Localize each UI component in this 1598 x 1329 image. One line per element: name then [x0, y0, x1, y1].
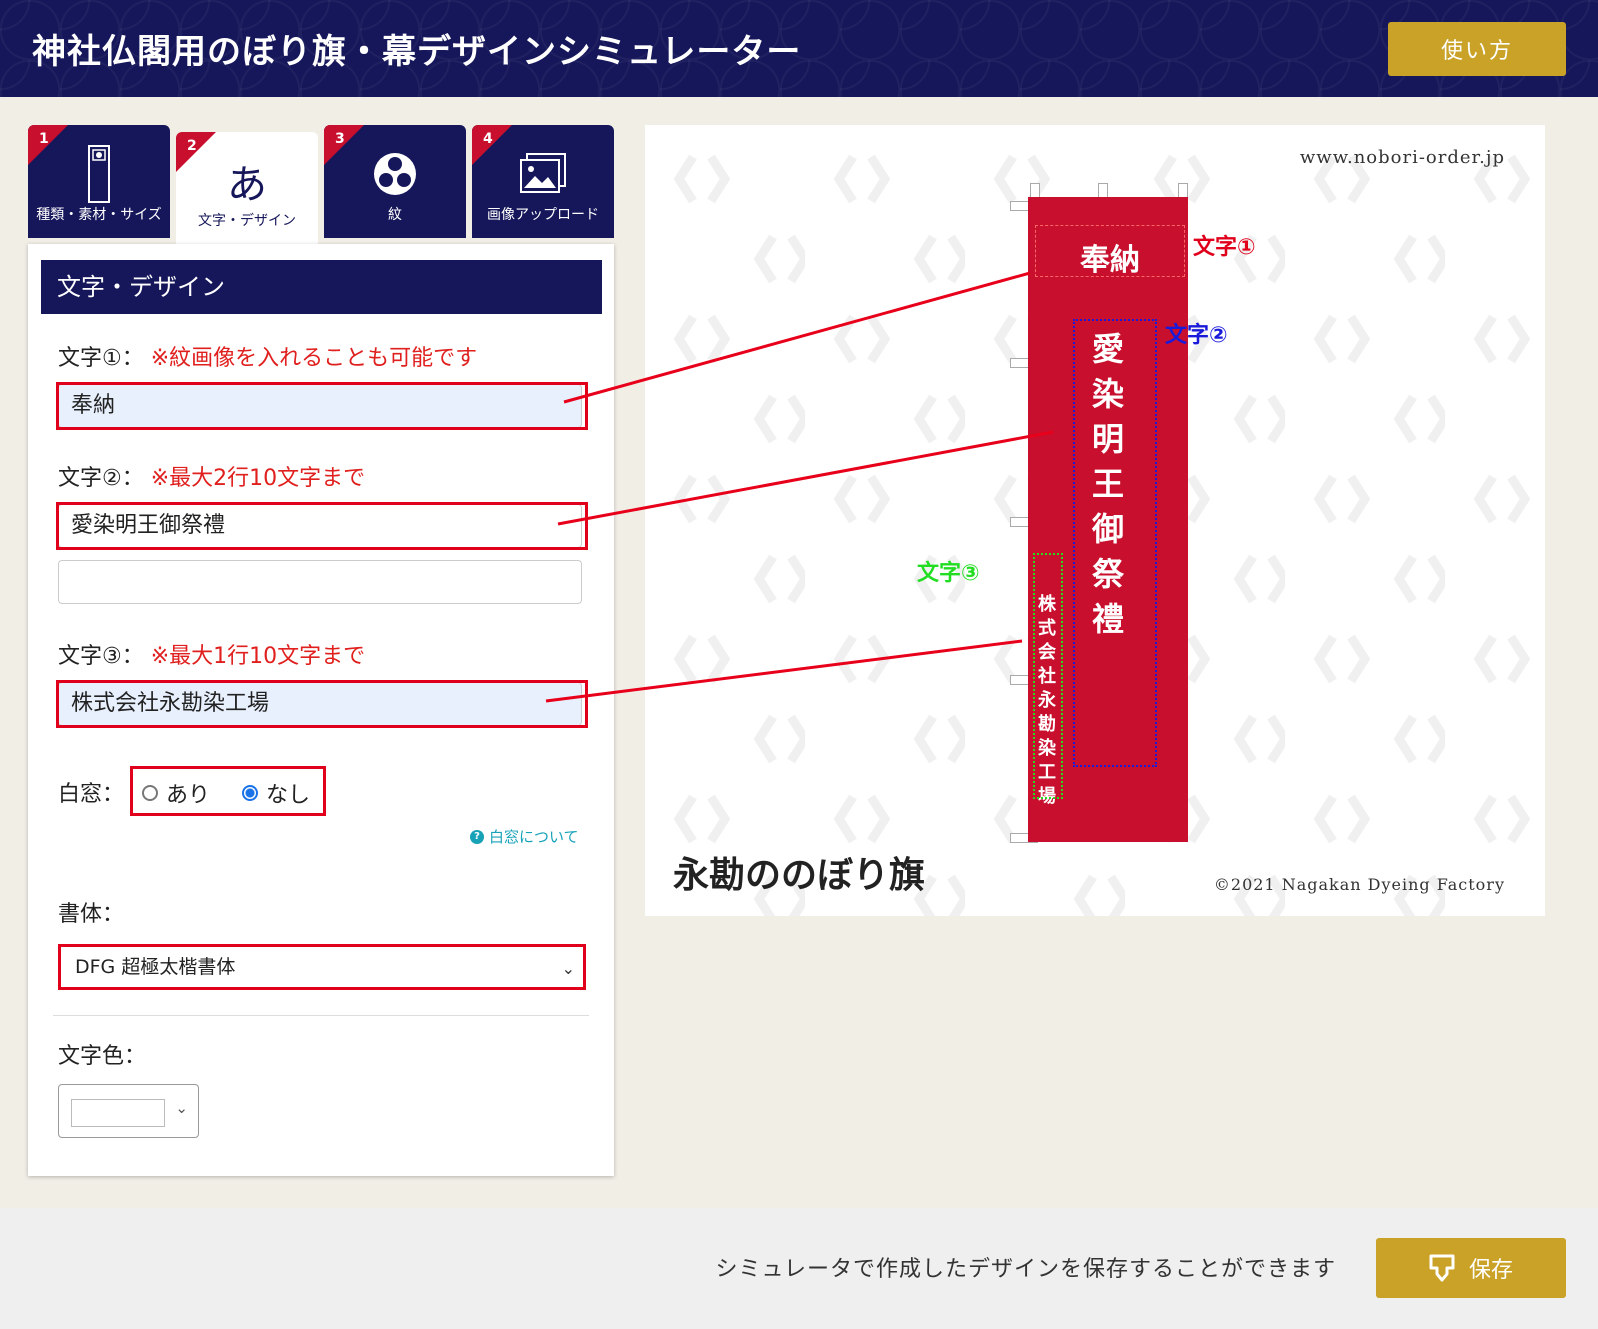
text2-label: 文字②： ※最大2行10文字まで: [58, 466, 366, 491]
tab-label: 画像アップロード: [487, 207, 599, 223]
footer-bar: シミュレータで作成したデザインを保存することができます 保存: [0, 1208, 1598, 1329]
tab-label: 文字・デザイン: [198, 213, 296, 229]
text2-highlight: [56, 502, 588, 550]
howto-button[interactable]: 使い方: [1388, 22, 1566, 76]
tab-text-design[interactable]: 2 あ 文字・デザイン: [176, 132, 318, 244]
save-hint: シミュレータで作成したデザインを保存することができます: [715, 1257, 1336, 1282]
chevron-down-icon: ⌄: [175, 1099, 188, 1117]
tab-label: 種類・素材・サイズ: [36, 207, 162, 223]
text1-label: 文字①： ※紋画像を入れることも可能です: [58, 346, 478, 371]
text2-note: ※最大2行10文字まで: [150, 466, 366, 491]
app-header: 神社仏閣用のぼり旗・幕デザインシミュレーター 使い方: [0, 0, 1598, 97]
window-yes-radio[interactable]: [142, 785, 158, 801]
tab-image-upload[interactable]: 4 画像アップロード: [472, 125, 614, 238]
divider: [53, 1015, 589, 1016]
text1-highlight: [56, 382, 588, 430]
tab-crest[interactable]: 3 紋: [324, 125, 466, 238]
text3-highlight: [56, 680, 588, 728]
text2-input-line2[interactable]: [58, 560, 582, 604]
download-icon: [1429, 1254, 1455, 1282]
window-radio-group: あり なし: [134, 770, 310, 816]
window-no-label[interactable]: なし: [266, 777, 310, 809]
callout-text1: 文字①: [1193, 235, 1256, 260]
color-label: 文字色：: [58, 1044, 147, 1069]
text-color-picker[interactable]: ⌄: [58, 1084, 199, 1138]
font-label: 書体：: [58, 902, 125, 927]
image-icon: [472, 143, 614, 205]
text1-note: ※紋画像を入れることも可能です: [150, 346, 478, 371]
font-select[interactable]: DFG 超極太楷書体 ⌄: [58, 944, 586, 990]
chevron-down-icon: ⌄: [561, 959, 575, 978]
tomoe-icon: [324, 143, 466, 205]
window-help-link[interactable]: ? 白窓について: [470, 826, 579, 847]
panel-title: 文字・デザイン: [41, 260, 602, 314]
text1-zone: [1035, 225, 1185, 277]
window-label: 白窓：: [58, 782, 125, 807]
banner-preview: www.nobori-order.jp 奉納 愛染明王御祭禮 株式会社永勘染工場…: [645, 125, 1545, 916]
hiragana-a-icon: あ: [227, 162, 267, 208]
text3-note: ※最大1行10文字まで: [150, 644, 366, 669]
window-no-radio[interactable]: [242, 785, 259, 801]
text3-zone: [1033, 553, 1063, 799]
tab-label: 紋: [388, 207, 402, 223]
page-title: 神社仏閣用のぼり旗・幕デザインシミュレーター: [32, 32, 802, 72]
copyright: ©2021 Nagakan Dyeing Factory: [1213, 875, 1505, 894]
save-button[interactable]: 保存: [1376, 1238, 1566, 1298]
callout-text2: 文字②: [1165, 323, 1228, 348]
tab-type-material-size[interactable]: 1 種類・素材・サイズ: [28, 125, 170, 238]
callout-text3: 文字③: [917, 561, 980, 586]
help-icon: ?: [470, 829, 484, 844]
text2-zone: [1073, 319, 1157, 767]
site-url: www.nobori-order.jp: [1299, 147, 1505, 168]
banner-icon: [28, 143, 170, 205]
brand-logo: 永勘ののぼり旗: [673, 854, 926, 896]
window-yes-label[interactable]: あり: [166, 777, 210, 809]
text3-label: 文字③： ※最大1行10文字まで: [58, 644, 366, 669]
color-swatch: [71, 1099, 165, 1127]
